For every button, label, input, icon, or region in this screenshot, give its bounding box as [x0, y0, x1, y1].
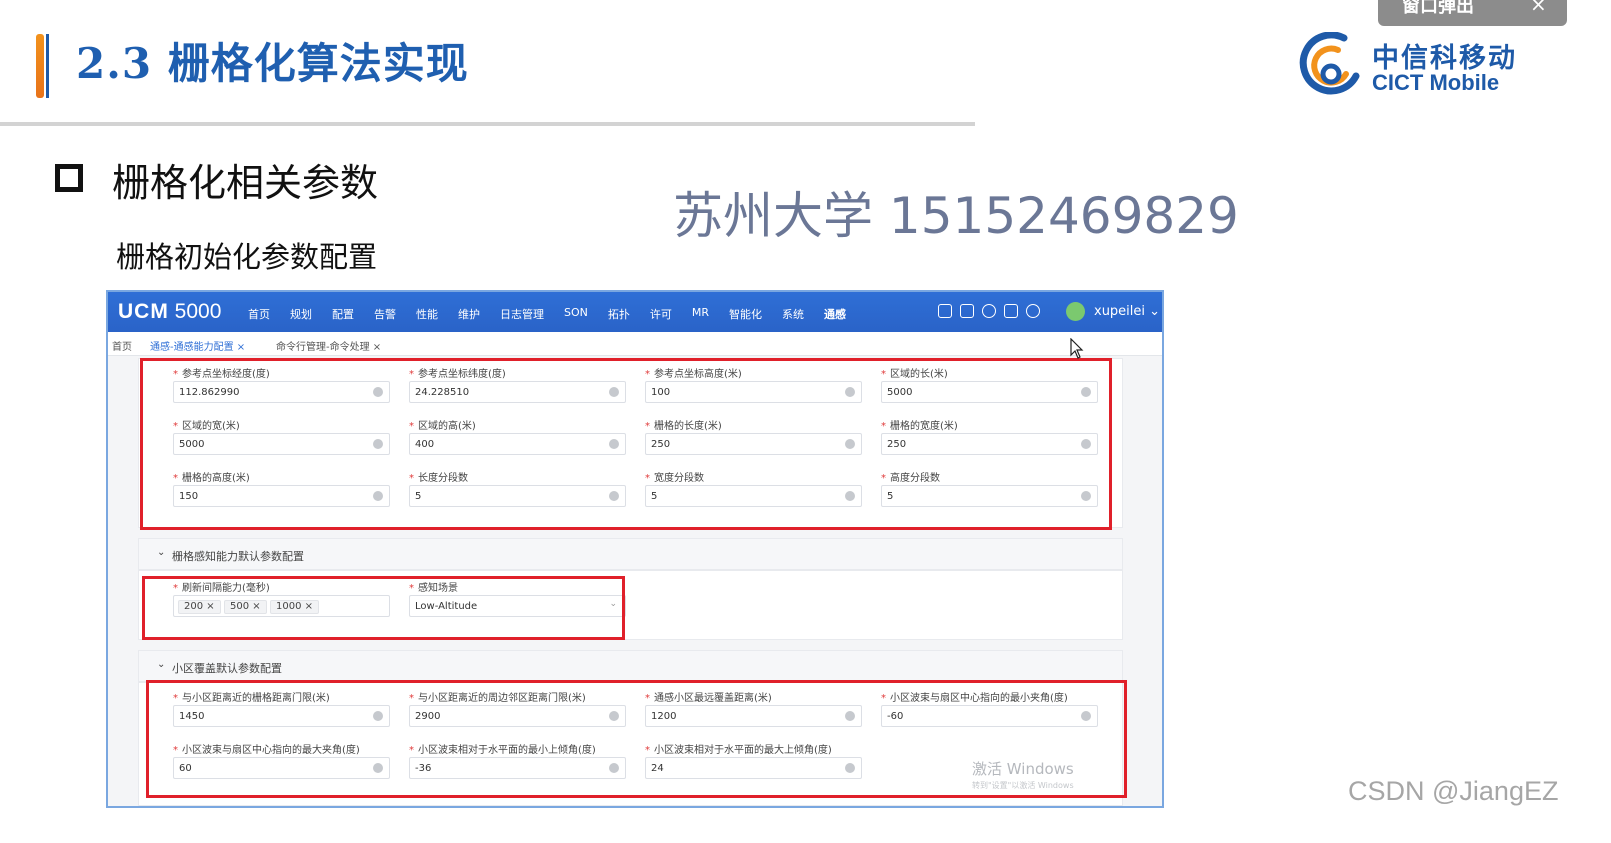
popup-window-tab[interactable]: 窗口弹出 ×	[1378, 0, 1567, 26]
page-tabs: 首页 通感-通感能力配置 × 命令行管理-命令处理 ×	[108, 332, 1162, 356]
nav-item-system[interactable]: 系统	[782, 306, 804, 322]
bell-icon[interactable]	[960, 304, 974, 318]
username-text: xupeilei	[1094, 304, 1146, 319]
popup-label: 窗口弹出	[1402, 0, 1474, 17]
tab-home[interactable]: 首页	[112, 338, 132, 353]
nav-item-alarm[interactable]: 告警	[374, 306, 396, 322]
nav-item-log[interactable]: 日志管理	[500, 306, 544, 322]
brand-number: 5000	[174, 300, 222, 323]
nav-item-sensing[interactable]: 通感	[824, 306, 846, 322]
app-brand: UCM 5000	[118, 300, 221, 324]
close-icon[interactable]: ×	[1530, 0, 1547, 16]
mouse-cursor-icon	[1070, 338, 1084, 359]
app-screenshot: UCM 5000 首页 规划 配置 告警 性能 维护 日志管理 SON 拓扑 许…	[106, 290, 1164, 808]
chevron-down-icon: ⌄	[157, 659, 166, 670]
cict-logo-icon	[1299, 32, 1360, 95]
bullet-square-icon	[55, 164, 83, 192]
nav-item-performance[interactable]: 性能	[416, 306, 438, 322]
avatar[interactable]	[1066, 302, 1085, 321]
download-icon[interactable]	[982, 304, 996, 318]
section-header-sensing[interactable]: ⌄ 栅格感知能力默认参数配置	[138, 538, 1123, 570]
section-title: 小区覆盖默认参数配置	[172, 662, 282, 675]
image-icon[interactable]	[1004, 304, 1018, 318]
nav-item-intelligence[interactable]: 智能化	[729, 306, 762, 322]
chevron-down-icon: ⌄	[157, 547, 166, 558]
windows-activation-hint: 转到"设置"以激活 Windows	[972, 781, 1074, 790]
nav-item-son[interactable]: SON	[564, 306, 588, 322]
credit-watermark: CSDN @JiangEZ	[1348, 776, 1559, 806]
title-accent-bar	[36, 34, 49, 98]
section-header-cell-coverage[interactable]: ⌄ 小区覆盖默认参数配置	[138, 650, 1123, 682]
watermark-text: 苏州大学 15152469829	[673, 187, 1239, 245]
nav-item-mr[interactable]: MR	[692, 306, 709, 322]
tab-command-processing[interactable]: 命令行管理-命令处理 ×	[276, 338, 381, 353]
tab-sensing-config[interactable]: 通感-通感能力配置 ×	[150, 338, 245, 353]
help-icon[interactable]	[1026, 304, 1040, 318]
highlight-box-sensing	[142, 576, 625, 640]
highlight-box-grid	[140, 358, 1112, 530]
bullet-heading: 栅格化相关参数	[112, 161, 379, 205]
sub-heading: 栅格初始化参数配置	[116, 240, 378, 274]
chevron-down-icon: ⌄	[1149, 304, 1161, 319]
main-nav: 首页 规划 配置 告警 性能 维护 日志管理 SON 拓扑 许可 MR 智能化 …	[248, 306, 866, 322]
title-divider	[0, 122, 975, 126]
nav-item-topology[interactable]: 拓扑	[608, 306, 630, 322]
logo-english-text: CICT Mobile	[1372, 70, 1500, 95]
page-title: 2.3 栅格化算法实现	[76, 39, 469, 88]
nav-item-config[interactable]: 配置	[332, 306, 354, 322]
nav-item-home[interactable]: 首页	[248, 306, 270, 322]
section-title: 栅格感知能力默认参数配置	[172, 550, 304, 563]
mail-icon[interactable]	[938, 304, 952, 318]
app-topbar: UCM 5000 首页 规划 配置 告警 性能 维护 日志管理 SON 拓扑 许…	[108, 292, 1162, 332]
brand-name: UCM	[118, 300, 169, 323]
user-menu[interactable]: xupeilei ⌄	[1094, 304, 1160, 319]
nav-item-planning[interactable]: 规划	[290, 306, 312, 322]
windows-activation-notice: 激活 Windows	[972, 760, 1074, 778]
nav-item-maintenance[interactable]: 维护	[458, 306, 480, 322]
nav-item-license[interactable]: 许可	[650, 306, 672, 322]
topbar-icons	[938, 304, 1048, 318]
cict-logo: 中信科移动 CICT Mobile	[1298, 32, 1598, 102]
